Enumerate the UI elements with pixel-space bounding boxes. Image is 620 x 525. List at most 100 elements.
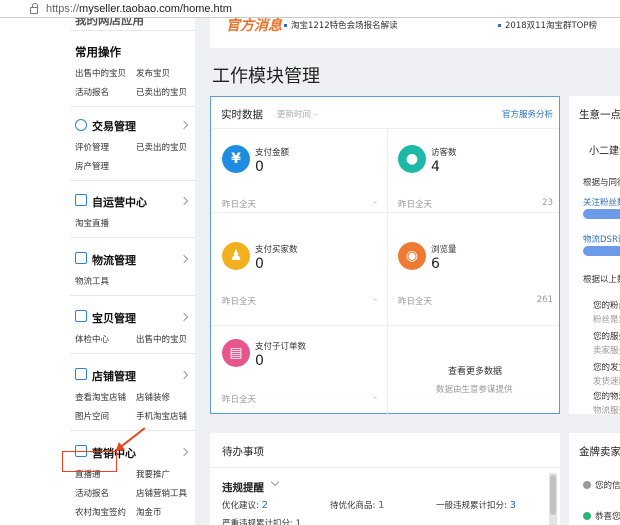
bag-icon: [75, 310, 87, 322]
chevron-down-icon[interactable]: [270, 477, 280, 487]
divider: [70, 353, 195, 354]
section-title-trade[interactable]: 交易管理: [92, 118, 136, 134]
sidebar-link[interactable]: 物流工具: [75, 275, 109, 287]
chevron-right-icon[interactable]: [179, 312, 189, 322]
scrollbar[interactable]: [549, 473, 557, 525]
section-title-logistics[interactable]: 物流管理: [92, 252, 136, 268]
official-analysis-link[interactable]: 官方服务分析: [502, 108, 553, 120]
insight-line[interactable]: 物流DSR评分: [583, 233, 620, 245]
business-insight-panel: 生意一点通 小二建议 根据与同行 关注粉丝数 物流DSR评分 根据以上数据 您的…: [569, 96, 620, 414]
announce-item[interactable]: 淘宝1212特色会场报名解读: [284, 19, 398, 31]
trade-icon: [75, 119, 87, 131]
divider: [70, 30, 195, 31]
official-news-logo: 官方消息: [226, 18, 282, 34]
sidebar-link[interactable]: 店铺营销工具: [136, 487, 187, 499]
metric-value: 4: [431, 159, 440, 175]
yesterday-value: 23: [542, 198, 553, 208]
yesterday-label: 昨日全天: [398, 200, 433, 210]
sidebar-link[interactable]: 活动报名: [75, 487, 109, 499]
sidebar-link[interactable]: 发布宝贝: [136, 67, 170, 79]
yesterday-label: 昨日全天: [398, 297, 433, 307]
metric-label: 浏览量: [431, 245, 457, 255]
sidebar-link[interactable]: 图片空间: [75, 410, 109, 422]
insight-title: 生意一点通: [579, 109, 620, 121]
todo-item[interactable]: 一般违规累计扣分: 3: [436, 499, 516, 511]
highlight-box: [62, 451, 117, 472]
insight-line: 粉丝是您: [593, 315, 620, 325]
yen-icon: ¥: [222, 145, 250, 173]
realtime-header: 实时数据 更新时间 - 官方服务分析: [211, 97, 559, 129]
sidebar-link[interactable]: 手机淘宝店铺: [136, 410, 187, 422]
divider: [387, 129, 388, 414]
view-more-data-link[interactable]: 查看更多数据: [448, 364, 502, 377]
footprint-icon: ●: [398, 145, 426, 173]
divider: [70, 237, 195, 238]
todo-item[interactable]: 待优化商品: 1: [330, 499, 384, 511]
eye-icon: ◉: [398, 242, 426, 270]
chevron-right-icon[interactable]: [179, 254, 189, 264]
sidebar-link[interactable]: 房产管理: [75, 160, 109, 172]
realtime-title: 实时数据: [221, 109, 263, 121]
insight-line: 根据与同行: [583, 178, 620, 188]
page-title: 工作模块管理: [212, 66, 320, 87]
insight-line[interactable]: 关注粉丝数: [583, 196, 620, 208]
sidebar-link[interactable]: 农村淘宝签约: [75, 506, 126, 518]
sidebar-link[interactable]: 店铺装修: [136, 391, 170, 403]
sidebar-link[interactable]: 评价管理: [75, 141, 109, 153]
order-icon: ▤: [222, 339, 250, 367]
yesterday-label: 昨日全天: [222, 297, 257, 307]
todo-title: 待办事项: [222, 446, 264, 458]
chevron-right-icon[interactable]: [179, 370, 189, 380]
chevron-right-icon[interactable]: [179, 120, 189, 130]
logistics-icon: [75, 252, 87, 264]
announce-item[interactable]: 2018双11淘宝群TOP榜: [498, 19, 597, 31]
divider: [70, 106, 195, 107]
metric-value: 0: [255, 353, 264, 369]
insight-line: 根据以上数据: [583, 275, 620, 285]
divider: [70, 295, 195, 296]
section-title-items[interactable]: 宝贝管理: [92, 310, 136, 326]
progress-bar: [583, 209, 620, 219]
chevron-right-icon[interactable]: [179, 196, 189, 206]
address-bar[interactable]: https://myseller.taobao.com/home.htm: [0, 0, 620, 18]
gold-seller-title: 金牌卖家: [579, 446, 620, 458]
metric-label: 支付买家数: [255, 245, 298, 255]
buyer-icon: ♟: [222, 242, 250, 270]
sidebar-link[interactable]: 出售中的宝贝: [136, 333, 187, 345]
todo-item[interactable]: 优化建议: 2: [222, 499, 268, 511]
metric-value: 0: [255, 256, 264, 272]
sidebar-cut-heading: 我的网店应用: [75, 18, 144, 27]
sidebar-link[interactable]: 淘宝直播: [75, 217, 109, 229]
section-title-store[interactable]: 店铺管理: [92, 368, 136, 384]
sidebar-link[interactable]: 出售中的宝贝: [75, 67, 126, 79]
divider: [211, 325, 559, 326]
chevron-right-icon[interactable]: [179, 447, 189, 457]
chat-icon: [75, 194, 87, 206]
info-icon: [583, 481, 591, 489]
sidebar-link[interactable]: 淘金币: [136, 506, 162, 518]
yesterday-value: -: [373, 295, 377, 305]
violation-reminder-title[interactable]: 违规提醒: [222, 480, 264, 495]
section-title-self-op[interactable]: 自运营中心: [92, 194, 147, 210]
store-icon: [75, 368, 87, 380]
yesterday-value: -: [373, 198, 377, 208]
realtime-panel: 实时数据 更新时间 - 官方服务分析 ¥ 支付金额 0 昨日全天 - ● 访客数…: [210, 96, 560, 414]
data-source-note: 数据由生意参谋提供: [436, 385, 513, 395]
sidebar-link[interactable]: 查看淘宝店铺: [75, 391, 126, 403]
announce-bar: 官方消息 淘宝1212特色会场报名解读 2018双11淘宝群TOP榜: [210, 18, 620, 48]
insight-line: 物流服务: [593, 406, 620, 414]
todo-panel: 待办事项 违规提醒 优化建议: 2 待优化商品: 1 一般违规累计扣分: 3 严…: [210, 433, 560, 525]
divider: [70, 430, 195, 431]
yesterday-label: 昨日全天: [222, 200, 257, 210]
sidebar-link[interactable]: 体检中心: [75, 333, 109, 345]
insight-line: 发货速度: [593, 377, 620, 387]
metric-label: 访客数: [431, 148, 457, 158]
sidebar-link[interactable]: 已卖出的宝贝: [136, 141, 187, 153]
gold-seller-line: 恭喜您: [595, 512, 620, 522]
sidebar-link[interactable]: 我要推广: [136, 468, 170, 480]
insight-line: 您的物流: [593, 392, 620, 402]
metric-value: 6: [431, 256, 440, 272]
sidebar-link[interactable]: 活动报名: [75, 86, 109, 98]
url-text[interactable]: https://myseller.taobao.com/home.htm: [46, 3, 232, 15]
sidebar-link[interactable]: 已卖出的宝贝: [136, 86, 187, 98]
